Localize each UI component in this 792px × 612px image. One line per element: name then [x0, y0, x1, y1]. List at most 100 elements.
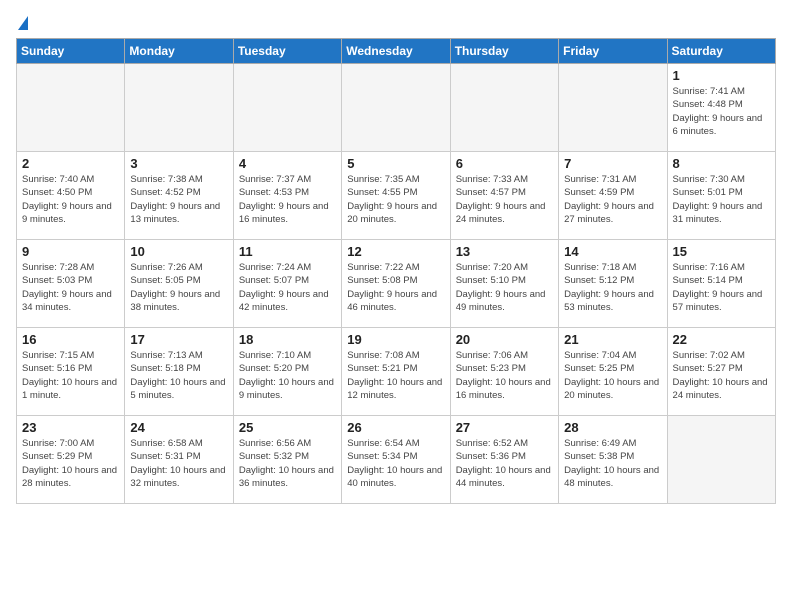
day-number: 8: [673, 156, 770, 171]
day-number: 13: [456, 244, 553, 259]
header-cell-friday: Friday: [559, 39, 667, 64]
day-info: Sunrise: 6:54 AMSunset: 5:34 PMDaylight:…: [347, 437, 444, 490]
day-number: 4: [239, 156, 336, 171]
day-info: Sunrise: 7:28 AMSunset: 5:03 PMDaylight:…: [22, 261, 119, 314]
calendar-cell: 26 Sunrise: 6:54 AMSunset: 5:34 PMDayligh…: [342, 416, 450, 504]
day-number: 24: [130, 420, 227, 435]
day-number: 5: [347, 156, 444, 171]
day-info: Sunrise: 7:35 AMSunset: 4:55 PMDaylight:…: [347, 173, 444, 226]
day-number: 23: [22, 420, 119, 435]
day-info: Sunrise: 7:30 AMSunset: 5:01 PMDaylight:…: [673, 173, 770, 226]
day-number: 15: [673, 244, 770, 259]
calendar-body: 1 Sunrise: 7:41 AMSunset: 4:48 PMDaylight…: [17, 64, 776, 504]
day-number: 2: [22, 156, 119, 171]
calendar-cell: 18Sunrise: 7:10 AMSunset: 5:20 PMDayligh…: [233, 328, 341, 416]
day-info: Sunrise: 7:41 AMSunset: 4:48 PMDaylight:…: [673, 85, 770, 138]
day-number: 21: [564, 332, 661, 347]
calendar-cell: 2 Sunrise: 7:40 AMSunset: 4:50 PMDaylight…: [17, 152, 125, 240]
page-header: [16, 16, 776, 30]
header-cell-sunday: Sunday: [17, 39, 125, 64]
calendar-cell: [17, 64, 125, 152]
calendar-cell: 4 Sunrise: 7:37 AMSunset: 4:53 PMDaylight…: [233, 152, 341, 240]
calendar-cell: 7 Sunrise: 7:31 AMSunset: 4:59 PMDaylight…: [559, 152, 667, 240]
day-number: 1: [673, 68, 770, 83]
day-info: Sunrise: 7:02 AMSunset: 5:27 PMDaylight:…: [673, 349, 770, 402]
calendar-week-1: 1 Sunrise: 7:41 AMSunset: 4:48 PMDaylight…: [17, 64, 776, 152]
calendar-cell: 21 Sunrise: 7:04 AMSunset: 5:25 PMDayligh…: [559, 328, 667, 416]
calendar-cell: 11 Sunrise: 7:24 AMSunset: 5:07 PMDayligh…: [233, 240, 341, 328]
day-number: 27: [456, 420, 553, 435]
calendar-week-3: 9 Sunrise: 7:28 AMSunset: 5:03 PMDaylight…: [17, 240, 776, 328]
calendar-cell: [342, 64, 450, 152]
day-info: Sunrise: 7:38 AMSunset: 4:52 PMDaylight:…: [130, 173, 227, 226]
day-number: 9: [22, 244, 119, 259]
calendar-cell: 25 Sunrise: 6:56 AMSunset: 5:32 PMDayligh…: [233, 416, 341, 504]
day-info: Sunrise: 7:04 AMSunset: 5:25 PMDaylight:…: [564, 349, 661, 402]
day-number: 14: [564, 244, 661, 259]
calendar-cell: 10 Sunrise: 7:26 AMSunset: 5:05 PMDayligh…: [125, 240, 233, 328]
day-info: Sunrise: 7:18 AMSunset: 5:12 PMDaylight:…: [564, 261, 661, 314]
day-info: Sunrise: 6:52 AMSunset: 5:36 PMDaylight:…: [456, 437, 553, 490]
header-row: SundayMondayTuesdayWednesdayThursdayFrid…: [17, 39, 776, 64]
header-cell-saturday: Saturday: [667, 39, 775, 64]
day-number: 22: [673, 332, 770, 347]
calendar-header: SundayMondayTuesdayWednesdayThursdayFrid…: [17, 39, 776, 64]
day-info: Sunrise: 6:56 AMSunset: 5:32 PMDaylight:…: [239, 437, 336, 490]
calendar-cell: 23 Sunrise: 7:00 AMSunset: 5:29 PMDayligh…: [17, 416, 125, 504]
day-number: 19: [347, 332, 444, 347]
day-number: 6: [456, 156, 553, 171]
day-number: 28: [564, 420, 661, 435]
day-number: 10: [130, 244, 227, 259]
calendar-week-5: 23 Sunrise: 7:00 AMSunset: 5:29 PMDayligh…: [17, 416, 776, 504]
day-number: 25: [239, 420, 336, 435]
calendar-cell: 1 Sunrise: 7:41 AMSunset: 4:48 PMDaylight…: [667, 64, 775, 152]
day-number: 3: [130, 156, 227, 171]
calendar-cell: 8 Sunrise: 7:30 AMSunset: 5:01 PMDaylight…: [667, 152, 775, 240]
day-number: 20: [456, 332, 553, 347]
calendar-week-4: 16 Sunrise: 7:15 AMSunset: 5:16 PMDayligh…: [17, 328, 776, 416]
calendar-cell: 6 Sunrise: 7:33 AMSunset: 4:57 PMDaylight…: [450, 152, 558, 240]
day-info: Sunrise: 7:33 AMSunset: 4:57 PMDaylight:…: [456, 173, 553, 226]
calendar-cell: [559, 64, 667, 152]
calendar-cell: 17Sunrise: 7:13 AMSunset: 5:18 PMDayligh…: [125, 328, 233, 416]
calendar-cell: 14 Sunrise: 7:18 AMSunset: 5:12 PMDayligh…: [559, 240, 667, 328]
calendar-cell: 24 Sunrise: 6:58 AMSunset: 5:31 PMDayligh…: [125, 416, 233, 504]
header-cell-tuesday: Tuesday: [233, 39, 341, 64]
day-info: Sunrise: 7:37 AMSunset: 4:53 PMDaylight:…: [239, 173, 336, 226]
day-info: Sunrise: 7:15 AMSunset: 5:16 PMDaylight:…: [22, 349, 119, 402]
day-number: 26: [347, 420, 444, 435]
calendar-cell: 9 Sunrise: 7:28 AMSunset: 5:03 PMDaylight…: [17, 240, 125, 328]
day-info: Sunrise: 7:24 AMSunset: 5:07 PMDaylight:…: [239, 261, 336, 314]
day-info: Sunrise: 7:16 AMSunset: 5:14 PMDaylight:…: [673, 261, 770, 314]
calendar-cell: [450, 64, 558, 152]
day-info: Sunrise: 6:49 AMSunset: 5:38 PMDaylight:…: [564, 437, 661, 490]
calendar-cell: 27 Sunrise: 6:52 AMSunset: 5:36 PMDayligh…: [450, 416, 558, 504]
header-cell-thursday: Thursday: [450, 39, 558, 64]
logo: [16, 16, 28, 30]
day-number: 11: [239, 244, 336, 259]
logo-icon: [18, 16, 28, 30]
calendar-cell: 13 Sunrise: 7:20 AMSunset: 5:10 PMDayligh…: [450, 240, 558, 328]
calendar-table: SundayMondayTuesdayWednesdayThursdayFrid…: [16, 38, 776, 504]
calendar-week-2: 2 Sunrise: 7:40 AMSunset: 4:50 PMDaylight…: [17, 152, 776, 240]
day-info: Sunrise: 7:40 AMSunset: 4:50 PMDaylight:…: [22, 173, 119, 226]
day-info: Sunrise: 7:31 AMSunset: 4:59 PMDaylight:…: [564, 173, 661, 226]
calendar-cell: 28 Sunrise: 6:49 AMSunset: 5:38 PMDayligh…: [559, 416, 667, 504]
calendar-cell: 19Sunrise: 7:08 AMSunset: 5:21 PMDayligh…: [342, 328, 450, 416]
day-number: 7: [564, 156, 661, 171]
calendar-cell: [125, 64, 233, 152]
calendar-cell: 20 Sunrise: 7:06 AMSunset: 5:23 PMDayligh…: [450, 328, 558, 416]
day-info: Sunrise: 7:26 AMSunset: 5:05 PMDaylight:…: [130, 261, 227, 314]
header-cell-wednesday: Wednesday: [342, 39, 450, 64]
day-number: 16: [22, 332, 119, 347]
calendar-cell: 3 Sunrise: 7:38 AMSunset: 4:52 PMDaylight…: [125, 152, 233, 240]
day-number: 18: [239, 332, 336, 347]
day-info: Sunrise: 7:06 AMSunset: 5:23 PMDaylight:…: [456, 349, 553, 402]
calendar-cell: 12Sunrise: 7:22 AMSunset: 5:08 PMDayligh…: [342, 240, 450, 328]
day-info: Sunrise: 7:00 AMSunset: 5:29 PMDaylight:…: [22, 437, 119, 490]
day-info: Sunrise: 6:58 AMSunset: 5:31 PMDaylight:…: [130, 437, 227, 490]
calendar-cell: 5 Sunrise: 7:35 AMSunset: 4:55 PMDaylight…: [342, 152, 450, 240]
day-info: Sunrise: 7:20 AMSunset: 5:10 PMDaylight:…: [456, 261, 553, 314]
calendar-cell: [233, 64, 341, 152]
calendar-cell: 22 Sunrise: 7:02 AMSunset: 5:27 PMDayligh…: [667, 328, 775, 416]
